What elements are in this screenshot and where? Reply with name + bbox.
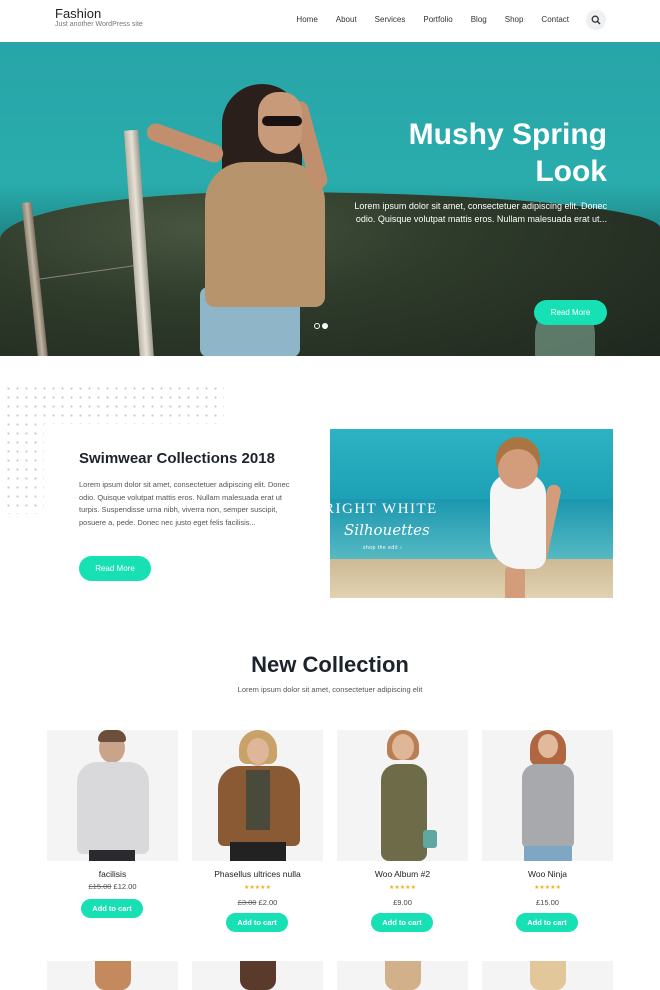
hero-title-line: Mushy Spring bbox=[408, 118, 607, 151]
product-dress bbox=[381, 764, 427, 861]
swimwear-image: RIGHT WHITE Silhouettes shop the edit › bbox=[330, 429, 613, 598]
product-old-price: £3.00 bbox=[237, 898, 257, 907]
product-image-partial[interactable] bbox=[192, 961, 323, 990]
swim-model-face bbox=[498, 449, 538, 489]
image-subtext: shop the edit › bbox=[363, 545, 403, 551]
slider-dots bbox=[314, 323, 328, 329]
main-nav: Home About Services Portfolio Blog Shop … bbox=[278, 15, 569, 24]
nav-services[interactable]: Services bbox=[375, 15, 406, 24]
image-script-text: Silhouettes bbox=[344, 521, 430, 539]
hero-slider: Mushy Spring Look Lorem ipsum dolor sit … bbox=[0, 42, 660, 356]
product-image-partial[interactable] bbox=[47, 961, 178, 990]
site-tagline: Just another WordPress site bbox=[55, 21, 143, 28]
product-image[interactable] bbox=[482, 730, 613, 861]
product-model-face bbox=[392, 734, 414, 760]
product-sale-price: £9.00 bbox=[393, 898, 412, 907]
site-title[interactable]: Fashion bbox=[55, 6, 101, 21]
product-tank-top bbox=[522, 764, 574, 848]
product-image-partial[interactable] bbox=[337, 961, 468, 990]
product-model-hair bbox=[98, 730, 126, 742]
product-top bbox=[246, 770, 270, 830]
product-price: £9.00 bbox=[337, 898, 468, 907]
product-price: £15.00 bbox=[482, 898, 613, 907]
nav-contact[interactable]: Contact bbox=[541, 15, 569, 24]
image-headline: RIGHT WHITE bbox=[330, 501, 438, 517]
product-image[interactable] bbox=[337, 730, 468, 861]
hero-read-more-button[interactable]: Read More bbox=[534, 300, 607, 325]
add-to-cart-button[interactable]: Add to cart bbox=[81, 899, 143, 918]
product-image[interactable] bbox=[47, 730, 178, 861]
add-to-cart-button[interactable]: Add to cart bbox=[516, 913, 578, 932]
product-image-partial[interactable] bbox=[482, 961, 613, 990]
product-name[interactable]: Woo Ninja bbox=[482, 869, 613, 879]
star-rating: ★★★★★ bbox=[244, 885, 271, 891]
slider-dot-2[interactable] bbox=[322, 323, 328, 329]
nav-home[interactable]: Home bbox=[296, 15, 317, 24]
collection-title: New Collection bbox=[251, 652, 409, 677]
product-model-face bbox=[538, 734, 558, 758]
product-name[interactable]: Woo Album #2 bbox=[337, 869, 468, 879]
product-image[interactable] bbox=[192, 730, 323, 861]
product-trousers bbox=[89, 850, 135, 861]
feature-title: Swimwear Collections 2018 bbox=[79, 450, 275, 467]
feature-text: Lorem ipsum dolor sit amet, consectetuer… bbox=[79, 480, 290, 527]
sand-graphic bbox=[330, 559, 613, 598]
star-rating: ★★★★★ bbox=[389, 885, 416, 891]
product-name[interactable]: facilisis bbox=[47, 869, 178, 879]
product-old-price: £15.00 bbox=[88, 882, 112, 891]
swim-model-leg bbox=[505, 564, 525, 598]
product-model-hair bbox=[530, 961, 566, 990]
product-model-hair bbox=[95, 961, 131, 990]
collection-subtitle: Lorem ipsum dolor sit amet, consectetuer… bbox=[237, 685, 423, 694]
add-to-cart-button[interactable]: Add to cart bbox=[371, 913, 433, 932]
search-button[interactable] bbox=[586, 10, 606, 30]
product-sale-price: £15.00 bbox=[536, 898, 559, 907]
product-model-face bbox=[247, 738, 269, 764]
nav-shop[interactable]: Shop bbox=[505, 15, 524, 24]
add-to-cart-button[interactable]: Add to cart bbox=[226, 913, 288, 932]
hero-model-sunglasses bbox=[262, 116, 302, 126]
product-sale-price: £12.00 bbox=[113, 882, 137, 891]
hero-model-arm bbox=[144, 120, 226, 166]
nav-blog[interactable]: Blog bbox=[471, 15, 487, 24]
product-price: £15.00 £12.00 bbox=[47, 882, 178, 891]
product-shorts bbox=[524, 846, 572, 861]
search-icon bbox=[591, 15, 601, 25]
product-trousers bbox=[230, 842, 286, 861]
product-model-hair bbox=[385, 961, 421, 990]
hero-title: Mushy Spring Look bbox=[307, 116, 607, 190]
nav-portfolio[interactable]: Portfolio bbox=[423, 15, 452, 24]
product-model-hair bbox=[240, 961, 276, 990]
nav-about[interactable]: About bbox=[336, 15, 357, 24]
feature-read-more-button[interactable]: Read More bbox=[79, 556, 151, 581]
hero-text: Lorem ipsum dolor sit amet, consectetuer… bbox=[354, 201, 607, 224]
site-header: Fashion Just another WordPress site Home… bbox=[0, 0, 660, 42]
product-price: £3.00 £2.00 bbox=[192, 898, 323, 907]
product-sale-price: £2.00 bbox=[258, 898, 278, 907]
product-sweater bbox=[77, 762, 149, 854]
slider-dot-1[interactable] bbox=[314, 323, 320, 329]
star-rating: ★★★★★ bbox=[534, 885, 561, 891]
product-name[interactable]: Phasellus ultrices nulla bbox=[192, 869, 323, 879]
hero-title-line: Look bbox=[535, 155, 607, 188]
product-bag bbox=[423, 830, 437, 848]
